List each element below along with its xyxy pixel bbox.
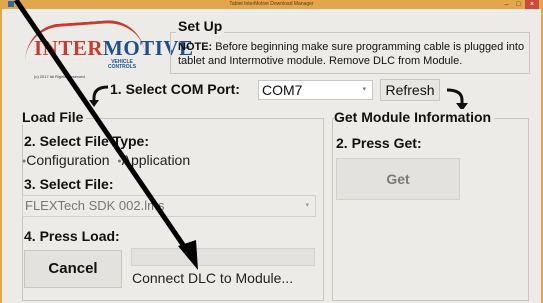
- radio-application[interactable]: ●Application: [117, 152, 190, 168]
- logo-subtitle: VEHICLE CONTROLS: [108, 60, 136, 70]
- press-load-label: 4. Press Load:: [24, 228, 120, 244]
- setup-note: NOTE: Before beginning make sure program…: [178, 40, 528, 68]
- radio-configuration-label: Configuration: [26, 152, 110, 168]
- file-select[interactable]: FLEXTech SDK 002.lms ▾: [22, 195, 316, 217]
- window-title: Tablet InterMotive Download Manager: [229, 1, 314, 7]
- logo-brand-part1: INTER: [34, 36, 104, 60]
- logo-sub-line2: CONTROLS: [108, 64, 137, 70]
- setup-title: Set Up: [176, 18, 225, 34]
- press-get-label: 2. Press Get:: [336, 135, 422, 151]
- cancel-button[interactable]: Cancel: [24, 250, 122, 288]
- file-type-options: ●Configuration ●Application: [22, 152, 190, 168]
- module-info-title: Get Module Information: [334, 109, 495, 125]
- logo-copyright: (c) 2017 All Rights Reserved: [34, 74, 85, 79]
- setup-note-text: Before beginning make sure programming c…: [178, 41, 525, 67]
- radio-configuration[interactable]: ●Configuration: [22, 152, 110, 168]
- load-file-title: Load File: [22, 109, 87, 125]
- minimize-icon[interactable]: –: [502, 0, 511, 9]
- file-type-label: 2. Select File Type:: [24, 133, 150, 149]
- get-button[interactable]: Get: [336, 158, 460, 200]
- file-select-value: FLEXTech SDK 002.lms: [25, 198, 165, 213]
- dropdown-arrow-icon: ▾: [305, 202, 309, 209]
- com-port-select[interactable]: COM7 ▾: [258, 80, 373, 100]
- title-bar[interactable]: Tablet InterMotive Download Manager – □ …: [2, 0, 541, 9]
- status-text: Connect DLC to Module...: [132, 270, 294, 286]
- radio-application-label: Application: [121, 152, 191, 168]
- refresh-button[interactable]: Refresh: [380, 79, 440, 101]
- intermotive-logo: INTERMOTIVE VEHICLE CONTROLS (c) 2017 Al…: [20, 17, 193, 80]
- load-progress-bar: [131, 248, 315, 266]
- select-file-label: 3. Select File:: [24, 176, 114, 192]
- com-port-value: COM7: [262, 82, 303, 98]
- curved-arrow-left-icon: [89, 85, 109, 107]
- maximize-icon[interactable]: □: [514, 0, 523, 9]
- com-port-label: 1. Select COM Port:: [110, 81, 240, 97]
- dropdown-arrow-icon: ▾: [362, 86, 366, 93]
- app-window: Tablet InterMotive Download Manager – □ …: [0, 0, 543, 303]
- setup-note-label: NOTE:: [178, 41, 213, 53]
- close-icon[interactable]: ×: [525, 0, 539, 9]
